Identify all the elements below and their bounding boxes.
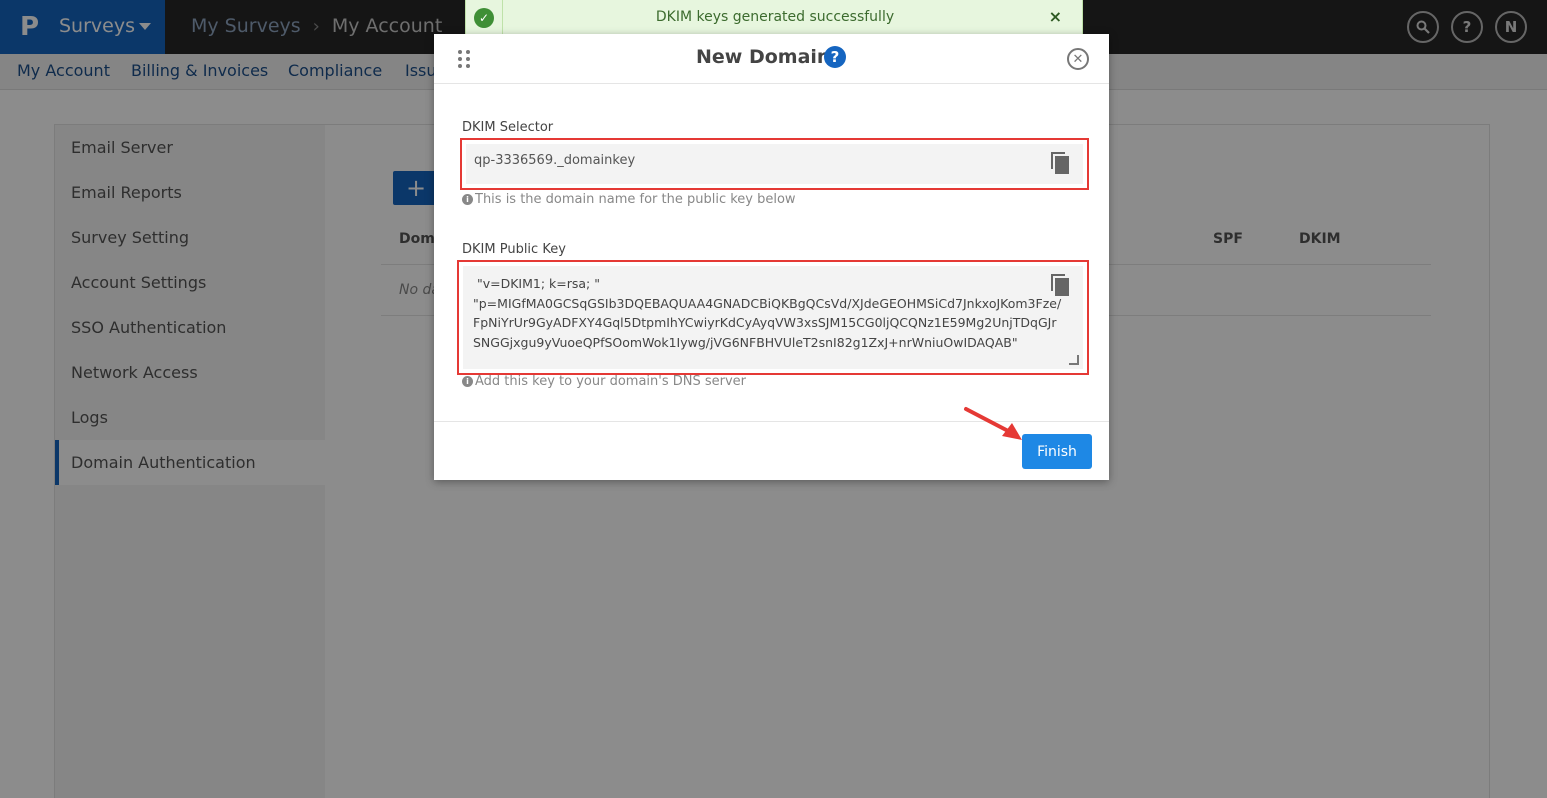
finish-button[interactable]: Finish [1022,434,1092,469]
dkim-selector-hint-text: This is the domain name for the public k… [475,192,796,207]
arrow-annotation-icon [964,407,1022,440]
dkim-public-key-hint: i Add this key to your domain's DNS serv… [462,374,746,389]
toast-message: DKIM keys generated successfully [655,9,895,25]
copy-icon[interactable] [1051,274,1069,296]
dialog-header: New Domain ? ✕ [434,34,1109,84]
success-toast: ✓ DKIM keys generated successfully × [465,0,1083,36]
drag-handle-icon[interactable] [458,50,470,70]
dkim-selector-highlight: qp-3336569._domainkey [460,138,1089,190]
toast-close-button[interactable]: × [1049,7,1062,26]
copy-icon[interactable] [1051,152,1069,174]
dkim-public-key-value: "v=DKIM1; k=rsa; " "p=MIGfMA0GCSqGSIb3DQ… [473,276,1062,350]
dialog-title: New Domain [696,46,831,68]
close-icon[interactable]: ✕ [1067,48,1089,70]
dkim-public-key-label: DKIM Public Key [462,242,566,257]
resize-handle-icon[interactable] [1069,355,1079,365]
dkim-selector-value: qp-3336569._domainkey [474,153,636,168]
help-icon[interactable]: ? [824,46,846,68]
dkim-public-key-highlight: "v=DKIM1; k=rsa; " "p=MIGfMA0GCSqGSIb3DQ… [457,260,1089,375]
dkim-public-key-field[interactable]: "v=DKIM1; k=rsa; " "p=MIGfMA0GCSqGSIb3DQ… [463,266,1083,369]
dkim-public-key-hint-text: Add this key to your domain's DNS server [475,374,747,389]
dkim-selector-hint: i This is the domain name for the public… [462,192,796,207]
dkim-selector-label: DKIM Selector [462,120,554,135]
info-icon: i [462,376,473,387]
info-icon: i [462,194,473,205]
dkim-selector-field[interactable]: qp-3336569._domainkey [466,144,1083,184]
